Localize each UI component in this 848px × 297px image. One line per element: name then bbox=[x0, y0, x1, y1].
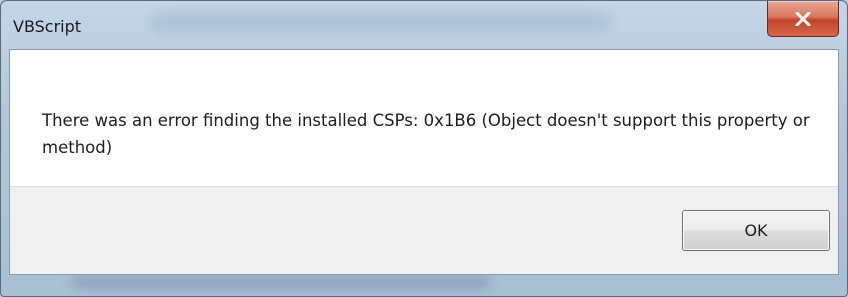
background-blur bbox=[71, 275, 491, 289]
close-x-icon bbox=[795, 11, 811, 26]
window-title: VBScript bbox=[13, 17, 82, 36]
ok-button[interactable]: OK bbox=[682, 210, 830, 251]
dialog-client-area: There was an error finding the installed… bbox=[9, 49, 839, 275]
close-button[interactable] bbox=[767, 1, 839, 37]
dialog-window: VBScript There was an error finding the … bbox=[0, 0, 848, 297]
title-bar[interactable]: VBScript bbox=[1, 1, 847, 49]
error-message: There was an error finding the installed… bbox=[42, 111, 810, 157]
button-footer: OK bbox=[10, 186, 838, 274]
